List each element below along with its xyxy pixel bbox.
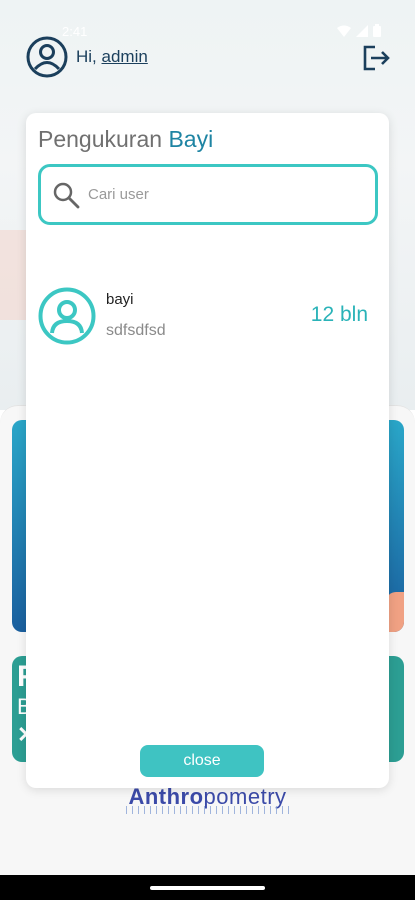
greeting-prefix: Hi, bbox=[76, 47, 102, 66]
search-icon bbox=[53, 182, 80, 208]
logout-icon[interactable] bbox=[361, 44, 391, 72]
home-handle[interactable] bbox=[150, 886, 265, 890]
list-item[interactable]: bayi sdfsdfsd 12 bln bbox=[38, 287, 368, 347]
header: Hi, admin bbox=[26, 36, 148, 78]
user-name: bayi bbox=[106, 291, 134, 308]
user-picker-modal: Pengukuran Bayi bayi sdfsdfsd 12 bln clo… bbox=[26, 113, 389, 788]
user-age: 12 bln bbox=[310, 303, 368, 326]
wifi-icon bbox=[337, 25, 351, 37]
signal-icon bbox=[356, 24, 368, 37]
brand-ruler bbox=[126, 806, 290, 814]
status-icons bbox=[337, 24, 381, 37]
username-link[interactable]: admin bbox=[102, 47, 148, 66]
modal-title: Pengukuran Bayi bbox=[38, 126, 214, 152]
user-circle-icon[interactable] bbox=[26, 36, 68, 78]
user-subtitle: sdfsdfsd bbox=[106, 322, 166, 339]
close-button[interactable]: close bbox=[140, 745, 264, 777]
battery-icon bbox=[373, 24, 381, 37]
search-box[interactable] bbox=[38, 164, 378, 225]
greeting: Hi, admin bbox=[76, 47, 148, 67]
user-avatar-icon bbox=[38, 287, 96, 345]
search-input[interactable] bbox=[88, 186, 338, 203]
